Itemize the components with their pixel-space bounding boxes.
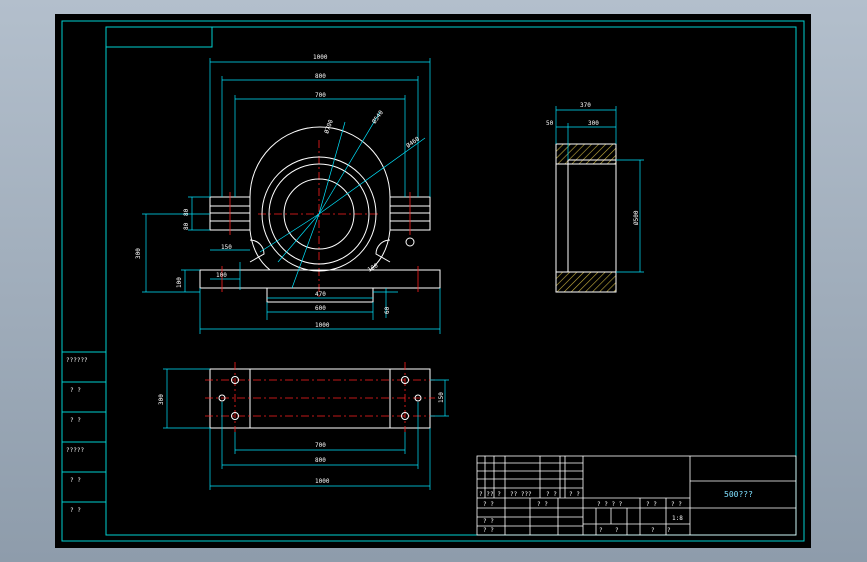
dim-text: 800 (315, 73, 326, 80)
dim-text: 470 (315, 291, 326, 298)
title-cell: ? ? (490, 491, 501, 498)
title-cell: ? ? (569, 491, 580, 498)
dim-text: 700 (315, 442, 326, 449)
dim-text: 600 (315, 305, 326, 312)
dim-text: 300 (135, 248, 142, 259)
scale-value: 1:8 (672, 515, 683, 522)
title-cell: ? ? (483, 518, 494, 525)
left-table-label: ?????? (66, 357, 88, 364)
title-cell: ? (651, 527, 655, 534)
title-cell: ? ? (646, 501, 657, 508)
dim-text: 150 (438, 392, 445, 403)
left-table-label: ? ? (70, 417, 81, 424)
dim-text: 100 (216, 272, 227, 279)
dim-text: 150 (221, 244, 232, 251)
left-table-label: ? ? (70, 387, 81, 394)
drawing-canvas: ?????? ? ? ? ? ????? ? ? ? ? 1000 800 70… (55, 14, 811, 548)
dim-text: 370 (580, 102, 591, 109)
dim-text: 50 (546, 120, 554, 127)
title-cell: ?? ??? (510, 491, 532, 498)
dim-text: 300 (158, 394, 165, 405)
title-cell: ? ? ? ? (597, 501, 623, 508)
title-cell: ? ? (546, 491, 557, 498)
title-cell: ? (599, 527, 603, 534)
left-table-label: ? ? (70, 507, 81, 514)
cad-viewport[interactable]: ?????? ? ? ? ? ????? ? ? ? ? 1000 800 70… (0, 0, 867, 562)
title-cell: ? ? (483, 527, 494, 534)
title-cell: ? ? (671, 501, 682, 508)
title-cell: ? ? (479, 491, 490, 498)
dim-text: 700 (315, 92, 326, 99)
dim-text: Ø500 (633, 210, 640, 225)
left-table-label: ????? (66, 447, 84, 454)
dim-text: 80 (183, 208, 190, 216)
title-cell: ? (615, 527, 619, 534)
drawing-title: 500??? (724, 490, 753, 499)
left-table-label: ? ? (70, 477, 81, 484)
dim-text: 1000 (315, 478, 330, 485)
dim-text: 800 (315, 457, 326, 464)
dim-text: 300 (588, 120, 599, 127)
dim-text: 1000 (313, 54, 328, 61)
dim-text: 1000 (315, 322, 330, 329)
dim-text: 80 (183, 222, 190, 230)
title-cell: ? ? (537, 501, 548, 508)
dim-text: 60 (384, 306, 391, 314)
dim-text: 100 (176, 277, 183, 288)
title-cell: ? (667, 527, 671, 534)
title-cell: ? ? (483, 501, 494, 508)
drawing-sheet (55, 14, 811, 548)
